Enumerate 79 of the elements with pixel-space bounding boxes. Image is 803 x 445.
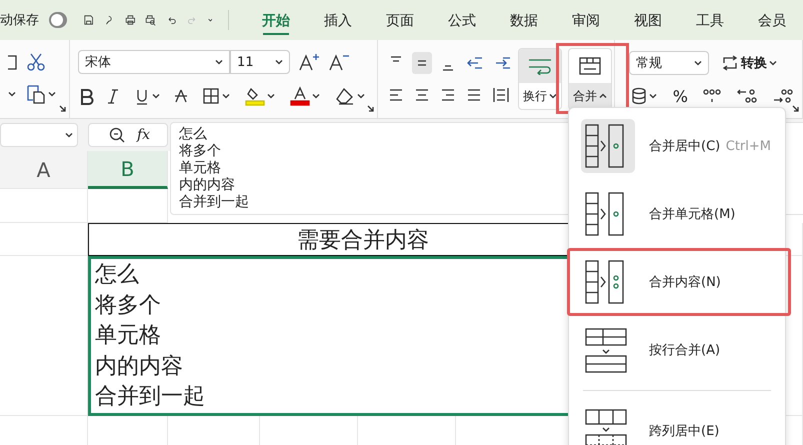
- caret-icon[interactable]: [768, 60, 777, 66]
- dialog-launcher-icon[interactable]: [59, 105, 66, 112]
- menu-item-label: 跨列居中(E): [649, 423, 720, 440]
- caret-icon[interactable]: [48, 91, 56, 97]
- merge-button[interactable]: 合并: [568, 48, 612, 110]
- empty-cell[interactable]: [0, 223, 88, 256]
- font-color-icon[interactable]: [290, 86, 310, 106]
- formula-text-line: 怎么: [179, 126, 207, 143]
- convert-button[interactable]: 转换: [718, 52, 779, 74]
- ribbon-tab[interactable]: 开始: [245, 3, 308, 37]
- ribbon-tab[interactable]: 页面: [369, 3, 432, 37]
- cell-text-line: 合并到一起: [95, 382, 205, 410]
- autosave-toggle[interactable]: [49, 12, 67, 28]
- wrap-text-icon: [526, 57, 553, 75]
- caret-icon[interactable]: [694, 60, 702, 66]
- ribbon-tab[interactable]: 数据: [493, 3, 556, 37]
- caret-icon[interactable]: [275, 59, 284, 65]
- decrease-font-icon[interactable]: [328, 52, 350, 72]
- ribbon-tab[interactable]: 视图: [617, 3, 680, 37]
- bold-icon[interactable]: [78, 87, 94, 105]
- ribbon-tab[interactable]: 审阅: [555, 3, 618, 37]
- wrap-text-button[interactable]: 换行: [518, 48, 562, 110]
- formula-text-line: 将多个: [179, 143, 221, 160]
- distributed-icon[interactable]: [492, 86, 510, 104]
- more-icon[interactable]: [208, 17, 212, 23]
- paste-caret-icon[interactable]: [8, 91, 16, 97]
- cell-text-line: 将多个: [95, 290, 161, 318]
- shortcut-label: Ctrl+M: [726, 138, 771, 154]
- cell-text-line: 单元格: [95, 321, 161, 349]
- thousands-separator-icon[interactable]: [702, 87, 722, 105]
- caret-icon[interactable]: [215, 59, 224, 65]
- caret-icon[interactable]: [222, 93, 230, 99]
- ribbon-tab[interactable]: 插入: [307, 3, 370, 37]
- caret-icon[interactable]: [267, 93, 276, 99]
- database-icon[interactable]: [630, 87, 647, 105]
- increase-decimal-icon[interactable]: [772, 87, 794, 105]
- copy-format-icon[interactable]: [26, 84, 46, 104]
- caret-up-icon: [598, 93, 607, 99]
- autosave-label: 动保存: [0, 12, 39, 29]
- caret-icon[interactable]: [312, 93, 320, 99]
- dialog-launcher-icon[interactable]: [792, 105, 799, 112]
- caret-icon[interactable]: [357, 93, 366, 99]
- menu-item-label: 合并内容(N): [649, 274, 721, 291]
- caret-icon[interactable]: [648, 93, 657, 99]
- cell-text-line: 怎么: [95, 260, 139, 288]
- zoom-icon[interactable]: [109, 127, 125, 143]
- ribbon-tab[interactable]: 会员: [741, 3, 803, 37]
- strikethrough-icon[interactable]: [173, 87, 190, 105]
- caret-icon[interactable]: [548, 93, 557, 99]
- menu-item-label: 按行合并(A): [649, 342, 720, 359]
- merge-cells-icon: [578, 57, 601, 75]
- dialog-launcher-icon[interactable]: [366, 105, 374, 112]
- number-format-select[interactable]: 常规: [628, 51, 709, 75]
- eraser-icon[interactable]: [335, 86, 356, 106]
- empty-cell[interactable]: [88, 189, 168, 223]
- percent-button[interactable]: %: [672, 86, 688, 106]
- align-middle-button[interactable]: [412, 52, 432, 74]
- function-label[interactable]: fx: [137, 127, 150, 143]
- formula-text-line: 单元格: [179, 160, 221, 177]
- formula-text-line: 内的内容: [179, 177, 235, 194]
- caret-icon[interactable]: [65, 132, 73, 138]
- cell-text-line: 内的内容: [95, 352, 183, 380]
- scissors-icon[interactable]: [26, 52, 46, 72]
- column-header[interactable]: A: [0, 151, 88, 189]
- column-header[interactable]: B: [88, 151, 168, 189]
- fill-color-icon[interactable]: [245, 86, 266, 106]
- increase-font-icon[interactable]: [298, 52, 320, 72]
- font-name-select[interactable]: 宋体: [78, 50, 230, 74]
- decrease-decimal-icon[interactable]: [736, 87, 758, 105]
- caret-icon[interactable]: [152, 93, 160, 99]
- empty-cell[interactable]: [0, 256, 88, 416]
- formula-text-line: 合并到一起: [179, 194, 249, 211]
- font-size-select[interactable]: 11: [230, 50, 290, 74]
- borders-icon[interactable]: [202, 87, 220, 105]
- ribbon-tab[interactable]: 工具: [679, 3, 742, 37]
- menu-item-label: 合并居中(C): [649, 138, 720, 155]
- ribbon-tab[interactable]: 公式: [431, 3, 494, 37]
- empty-cell[interactable]: [0, 189, 88, 223]
- convert-icon: [720, 55, 739, 71]
